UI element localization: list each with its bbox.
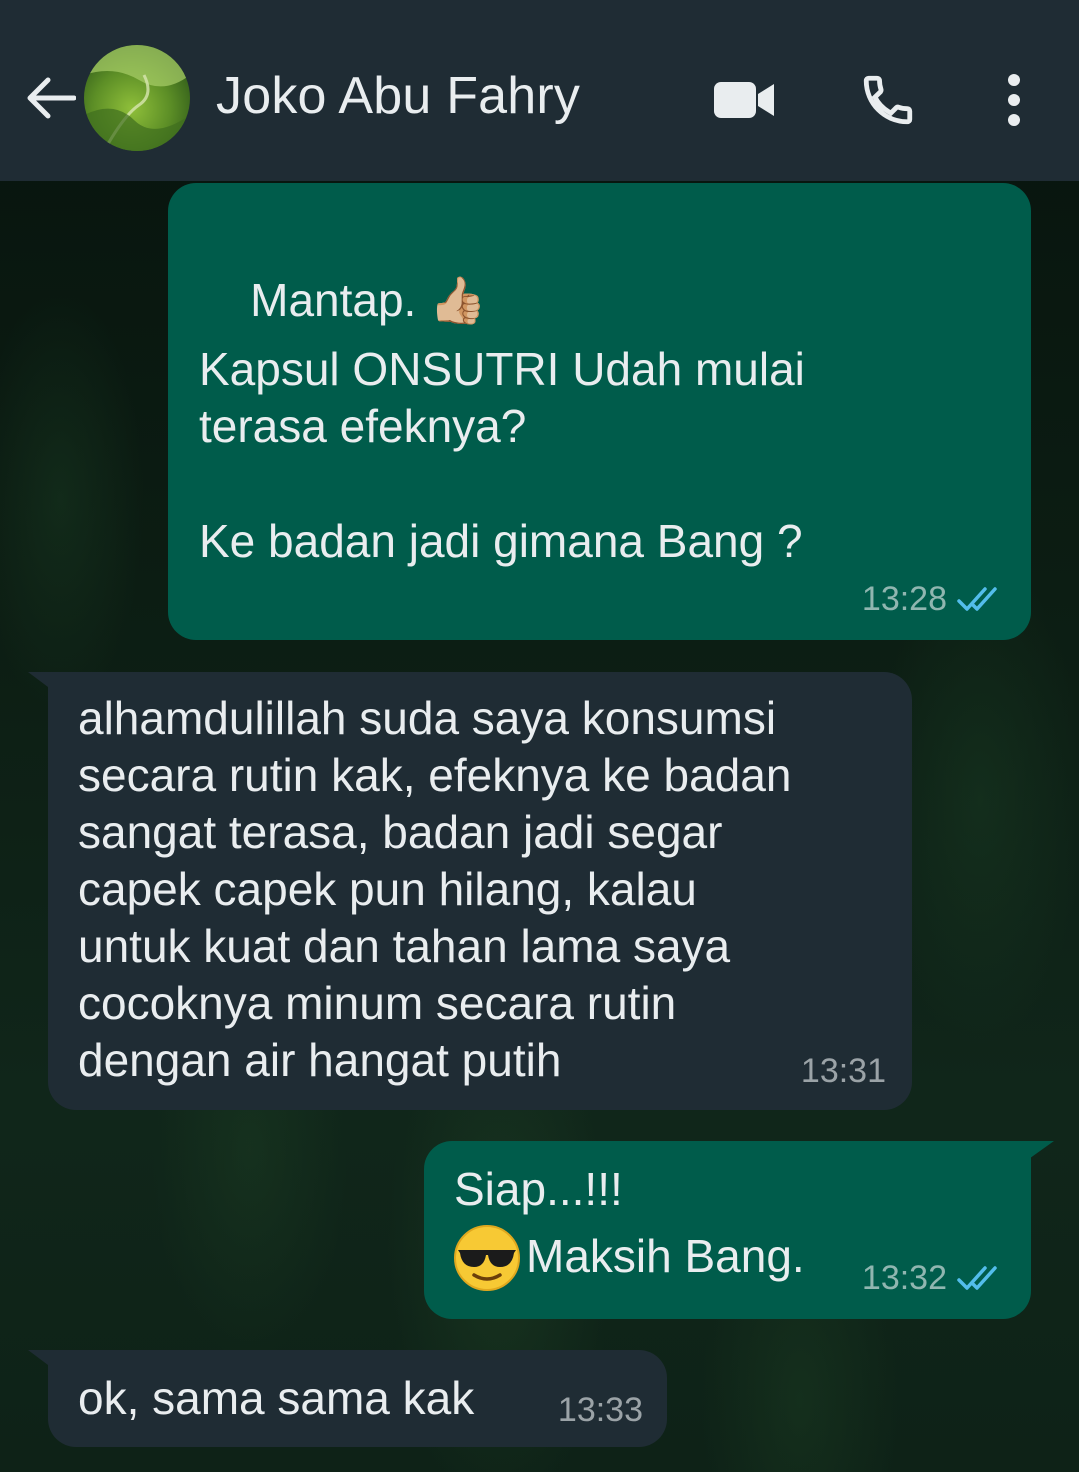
outgoing-message[interactable]: Siap...!!! Maksih Bang. 13:32 — [424, 1141, 1031, 1319]
message-meta: 13:32 — [862, 1250, 1003, 1307]
message-time: 13:32 — [861, 1259, 947, 1297]
sunglasses-smiley-icon — [452, 1223, 522, 1293]
message-line: dengan air hangat putih — [78, 1034, 562, 1086]
message-line: sangat terasa, badan jadi segar — [78, 806, 723, 858]
message-time: 13:28 — [861, 580, 947, 618]
message-meta: 13:33 — [558, 1382, 643, 1439]
message-line: alhamdulillah suda saya konsumsi — [78, 692, 777, 744]
message-time: 13:33 — [557, 1391, 643, 1429]
message-line: Maksih Bang. — [526, 1230, 805, 1282]
incoming-message[interactable]: ok, sama sama kak 13:33 — [48, 1350, 667, 1447]
phone-icon[interactable] — [856, 68, 920, 132]
double-check-read-icon — [957, 1265, 1003, 1293]
outgoing-message[interactable]: Mantap. 👍🏼 Kapsul ONSUTRI Udah mulai ter… — [168, 183, 1031, 640]
avatar[interactable] — [84, 45, 190, 151]
double-check-read-icon — [957, 586, 1003, 614]
message-time: 13:31 — [800, 1052, 886, 1090]
message-line: secara rutin kak, efeknya ke badan — [78, 749, 792, 801]
message-line-text: Mantap. 👍🏼 — [250, 274, 487, 326]
message-line: capek capek pun hilang, kalau — [78, 863, 697, 915]
more-vertical-icon[interactable] — [990, 68, 1038, 132]
message-line: Siap...!!! — [454, 1163, 623, 1215]
chat-header: Joko Abu Fahry — [0, 0, 1079, 181]
message-line: terasa efeknya? — [199, 400, 527, 452]
message-line: untuk kuat dan tahan lama saya — [78, 920, 731, 972]
message-meta: 13:31 — [801, 1043, 886, 1100]
message-line: Ke badan jadi gimana Bang ? — [199, 515, 803, 567]
back-arrow-icon[interactable] — [22, 70, 78, 126]
incoming-message[interactable]: alhamdulillah suda saya konsumsi secara … — [48, 672, 912, 1110]
message-line: cocoknya minum secara rutin — [78, 977, 677, 1029]
message-meta: 13:28 — [862, 571, 1003, 628]
video-call-icon[interactable] — [708, 72, 780, 128]
message-line: Kapsul ONSUTRI Udah mulai — [199, 343, 805, 395]
message-line: ok, sama sama kak — [78, 1372, 475, 1424]
contact-name[interactable]: Joko Abu Fahry — [216, 66, 580, 126]
